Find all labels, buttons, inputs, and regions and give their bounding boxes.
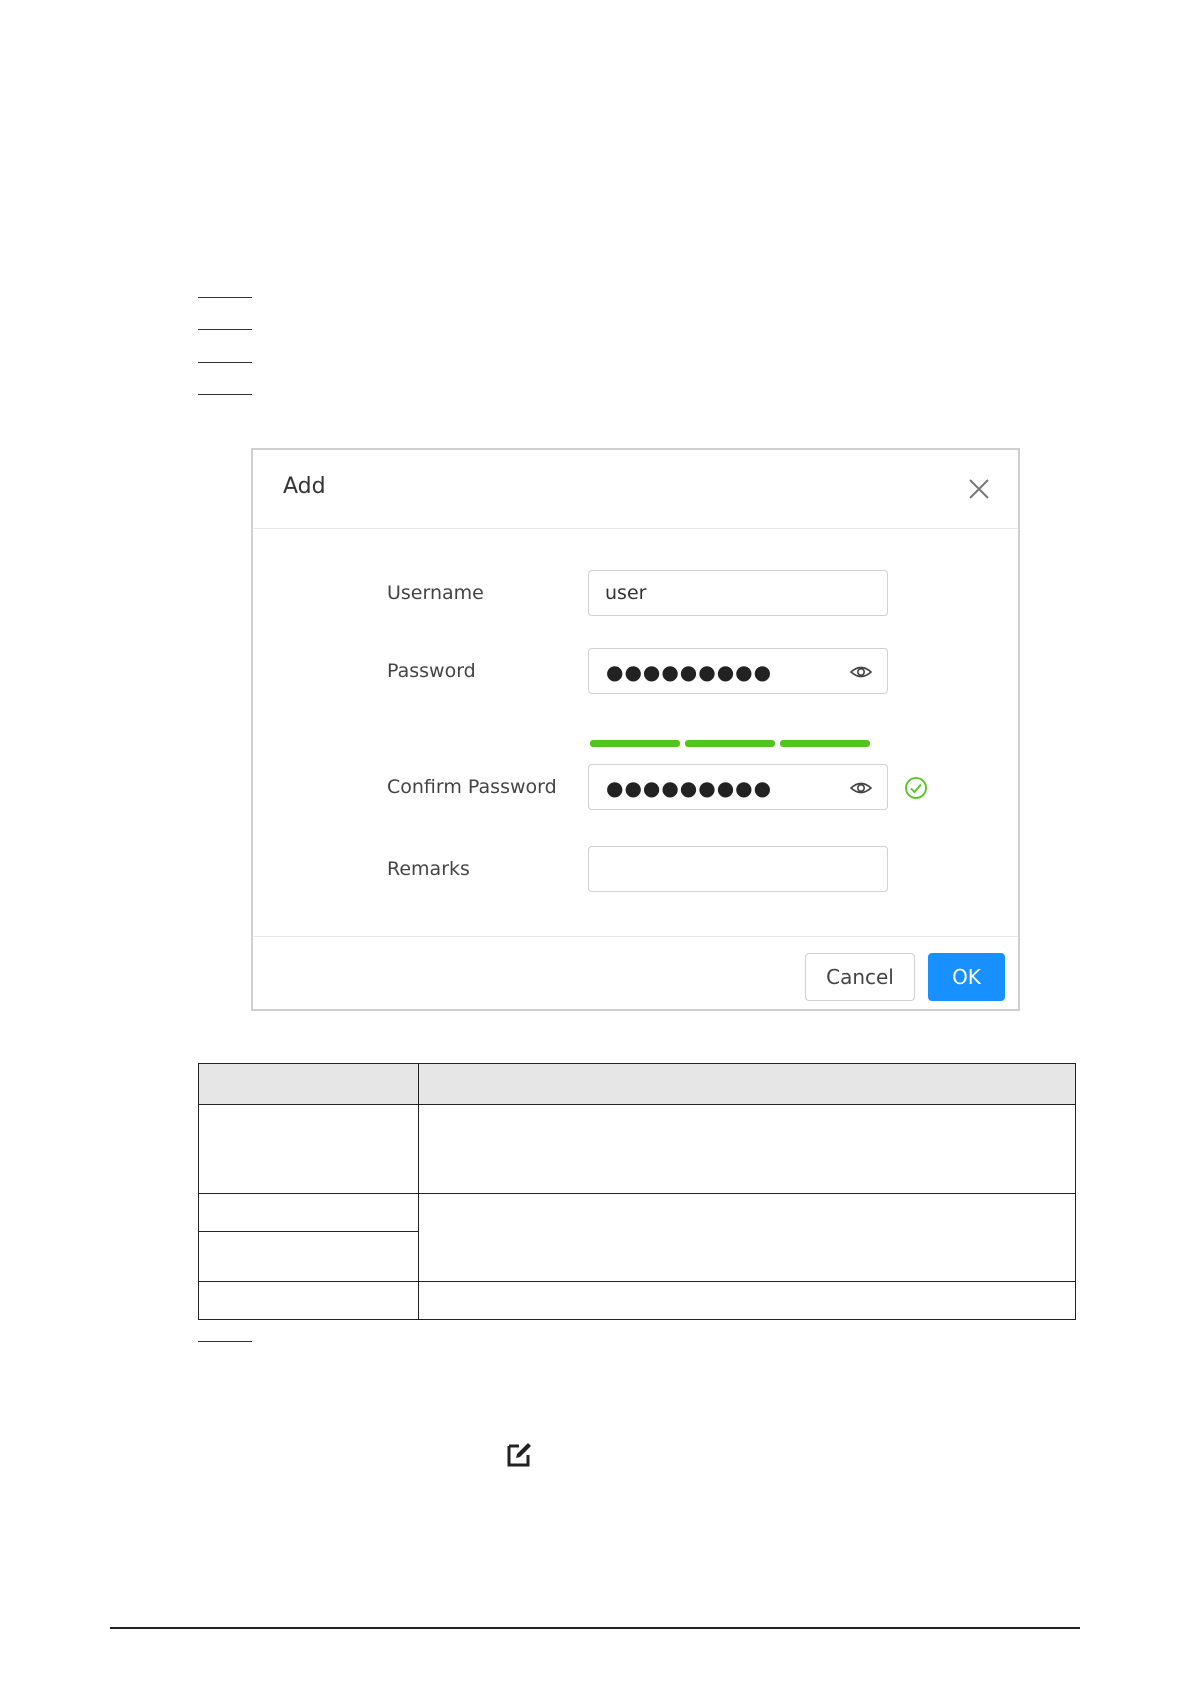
table-row: [198, 1193, 1076, 1282]
confirm-password-label: Confirm Password: [387, 776, 557, 798]
table-cell: [198, 1281, 419, 1320]
step-marker-1: [198, 297, 252, 298]
table-cell: [418, 1193, 1076, 1282]
table-cell: [198, 1193, 419, 1232]
dialog-footer: [253, 936, 1018, 937]
edit-icon: [507, 1443, 531, 1467]
table-cell: [418, 1104, 1076, 1194]
parameter-table: [198, 1063, 1076, 1320]
eye-icon[interactable]: [849, 662, 873, 682]
username-input[interactable]: user: [588, 570, 888, 616]
confirm-password-mask: ●●●●●●●●●: [606, 776, 773, 800]
page-footer-rule: [110, 1627, 1080, 1629]
remarks-input[interactable]: [588, 846, 888, 892]
step-marker-2: [198, 329, 252, 330]
password-label: Password: [387, 660, 476, 682]
cancel-button[interactable]: Cancel: [805, 953, 915, 1001]
table-header-cell: [198, 1063, 419, 1105]
username-label: Username: [387, 582, 484, 604]
step-marker-4: [198, 394, 252, 395]
confirm-password-input[interactable]: ●●●●●●●●●: [588, 764, 888, 810]
username-value: user: [605, 582, 647, 604]
password-mask: ●●●●●●●●●: [606, 660, 773, 684]
table-cell: [198, 1104, 419, 1194]
check-circle-icon: [905, 777, 927, 799]
table-row: [198, 1104, 1076, 1194]
strength-segment: [685, 740, 775, 747]
dialog-header: Add: [253, 450, 1018, 529]
table-header-row: [198, 1063, 1076, 1105]
strength-segment: [590, 740, 680, 747]
remarks-label: Remarks: [387, 858, 470, 880]
step-marker-5: [198, 1341, 252, 1342]
eye-icon[interactable]: [849, 778, 873, 798]
password-input[interactable]: ●●●●●●●●●: [588, 648, 888, 694]
table-cell: [418, 1281, 1076, 1320]
table-header-cell: [418, 1063, 1076, 1105]
ok-button[interactable]: OK: [928, 953, 1005, 1001]
strength-segment: [780, 740, 870, 747]
table-cell: [198, 1231, 419, 1282]
step-marker-3: [198, 362, 252, 363]
dialog-title: Add: [283, 474, 326, 499]
add-user-dialog: Add Username user Password ●●●●●●●●● Con…: [251, 448, 1020, 1011]
table-row: [198, 1281, 1076, 1320]
close-icon[interactable]: [966, 476, 992, 502]
